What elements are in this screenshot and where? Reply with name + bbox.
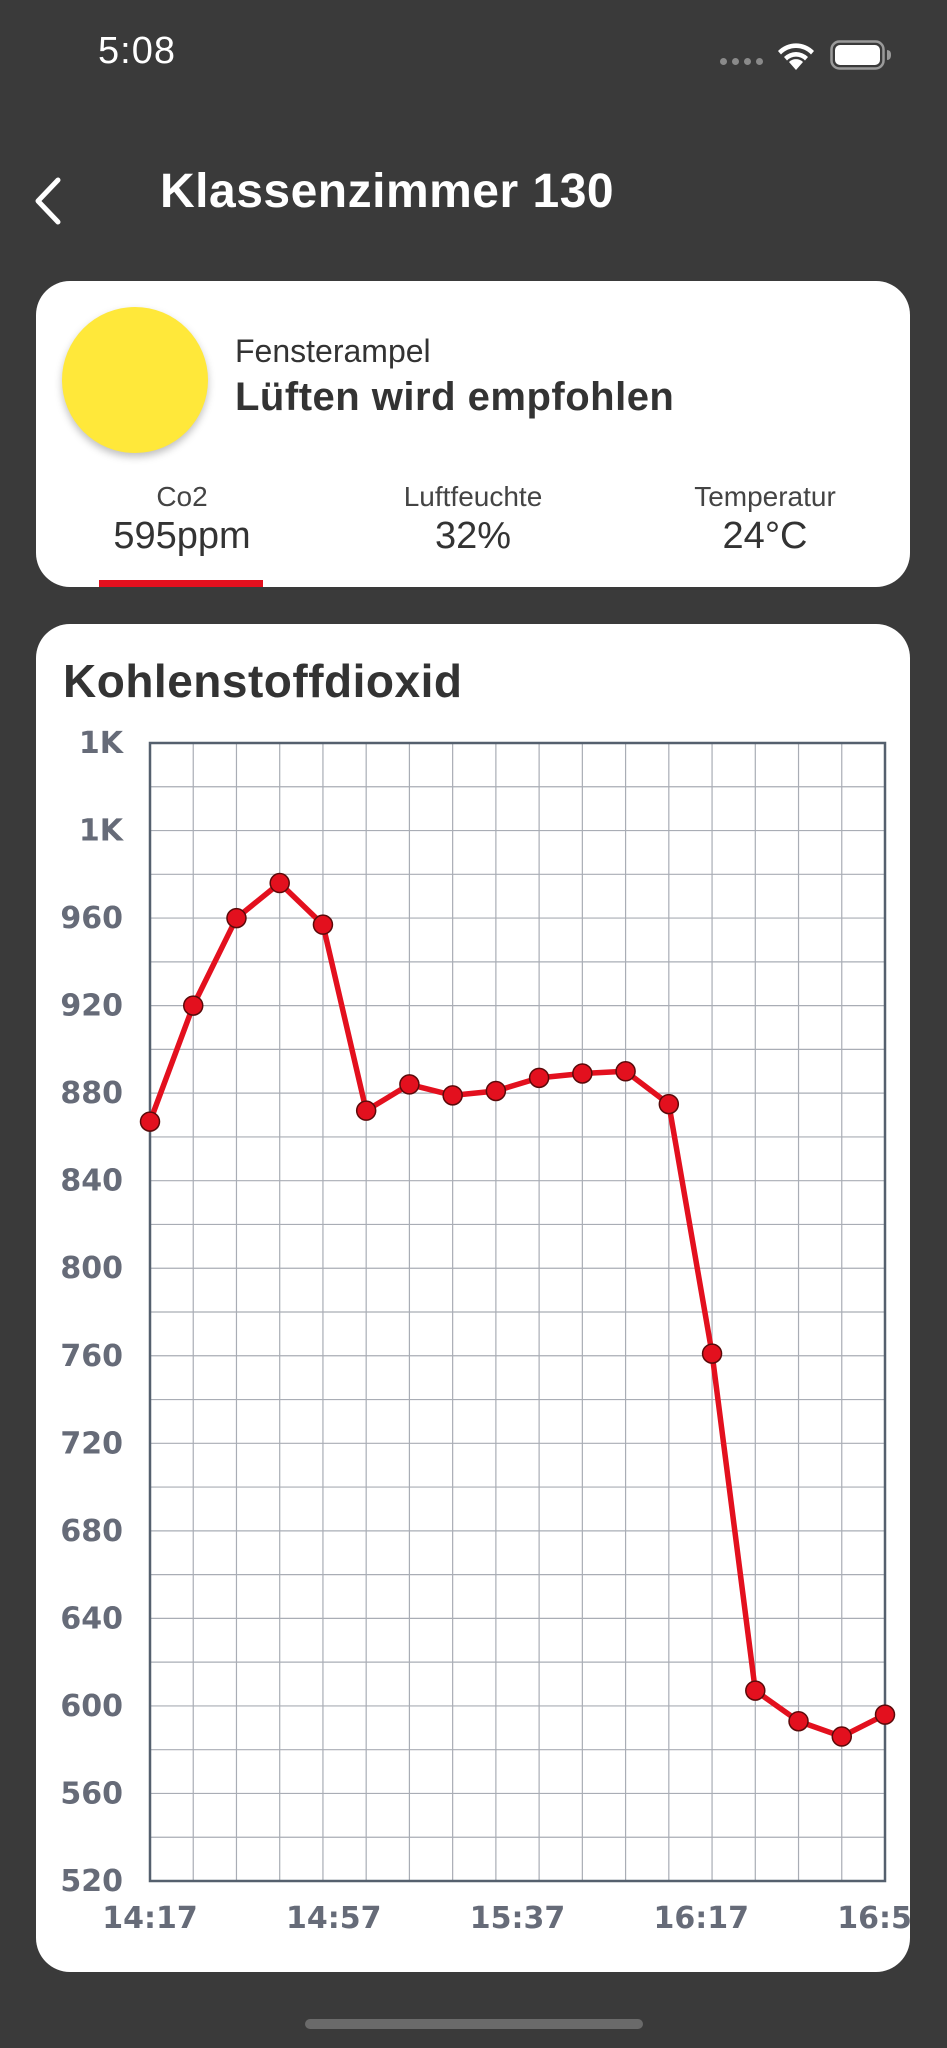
y-tick-label: 920 xyxy=(60,989,123,1024)
y-tick-label: 600 xyxy=(60,1689,123,1724)
metric-label: Temperatur xyxy=(694,481,836,512)
x-tick-label: 14:57 xyxy=(286,1901,382,1936)
data-point xyxy=(182,995,204,1016)
metric-humidity[interactable]: Luftfeuchte 32% xyxy=(358,481,588,558)
chart-series xyxy=(147,880,888,1740)
y-tick-label: 1K xyxy=(79,814,125,849)
back-button[interactable] xyxy=(28,160,88,230)
chevron-left-icon xyxy=(35,177,61,225)
metric-value: 595ppm xyxy=(113,515,251,557)
navigation-bar: Klassenzimmer 130 xyxy=(0,150,947,240)
data-point xyxy=(269,872,290,894)
co2-chart-card: 1K 1K 960 920 880 840 800 760 720 680 640 600 560 520… xyxy=(36,624,910,1972)
data-point xyxy=(615,1061,636,1082)
y-tick-label: 720 xyxy=(60,1426,123,1461)
co2-series-line xyxy=(147,880,888,1740)
chart-title: Kohlenstoffdioxid xyxy=(63,655,463,707)
metric-value: 24°C xyxy=(722,515,808,557)
battery-icon xyxy=(830,40,891,70)
y-tick-label: 840 xyxy=(60,1164,123,1199)
data-point xyxy=(701,1343,723,1364)
status-time: 5:08 xyxy=(98,30,176,72)
data-point xyxy=(355,1100,377,1121)
chart-grid xyxy=(149,742,886,1882)
y-axis-ticks: 1K 1K 960 920 880 840 800 760 720 680 640 600 560 520 xyxy=(60,726,124,1899)
metric-label: Co2 xyxy=(156,481,208,512)
data-point xyxy=(226,907,247,929)
data-point xyxy=(139,1111,161,1132)
y-tick-label: 520 xyxy=(60,1864,123,1899)
selected-tab-indicator xyxy=(99,580,263,587)
home-indicator xyxy=(305,2019,643,2029)
data-point xyxy=(658,1093,680,1115)
x-tick-label: 14:17 xyxy=(102,1901,198,1936)
window-light-card: Fensterampel Lüften wird empfohlen Co2 5… xyxy=(36,281,910,587)
y-tick-label: 640 xyxy=(60,1601,123,1636)
data-point xyxy=(528,1067,550,1089)
cellular-signal-icon xyxy=(720,58,766,66)
traffic-light-indicator xyxy=(62,307,208,453)
metric-temperature[interactable]: Temperatur 24°C xyxy=(650,481,880,558)
x-tick-label: 16:17 xyxy=(654,1901,750,1936)
metric-value: 32% xyxy=(434,515,512,557)
x-axis-ticks: 14:17 14:57 15:37 16:17 16:57 xyxy=(102,1901,910,1936)
data-point xyxy=(572,1063,593,1084)
data-point xyxy=(831,1726,853,1747)
co2-line-chart: 1K 1K 960 920 880 840 800 760 720 680 640 600 560 520… xyxy=(60,726,910,1936)
metric-label: Luftfeuchte xyxy=(403,481,543,512)
data-point xyxy=(745,1680,766,1701)
y-tick-label: 560 xyxy=(60,1776,123,1811)
data-point xyxy=(399,1074,420,1095)
data-point xyxy=(788,1710,809,1732)
data-point xyxy=(312,914,334,935)
y-tick-label: 680 xyxy=(60,1514,123,1549)
y-tick-label: 1K xyxy=(79,726,125,761)
light-caption: Fensterampel xyxy=(235,333,431,369)
x-tick-label: 15:37 xyxy=(470,1901,566,1936)
y-tick-label: 880 xyxy=(60,1076,123,1111)
ventilation-status: Lüften wird empfohlen xyxy=(235,375,675,419)
wifi-icon xyxy=(778,43,814,70)
y-tick-label: 800 xyxy=(60,1251,123,1286)
y-tick-label: 760 xyxy=(60,1339,123,1374)
y-tick-label: 960 xyxy=(60,901,123,936)
data-point xyxy=(442,1085,463,1106)
x-tick-label: 16:57 xyxy=(837,1901,910,1936)
data-point xyxy=(485,1080,507,1102)
page-title: Klassenzimmer 130 xyxy=(160,165,615,218)
status-bar: 5:08 xyxy=(0,0,947,110)
data-point xyxy=(874,1704,896,1725)
metric-co2[interactable]: Co2 595ppm xyxy=(67,481,297,558)
chart-points xyxy=(139,872,896,1747)
